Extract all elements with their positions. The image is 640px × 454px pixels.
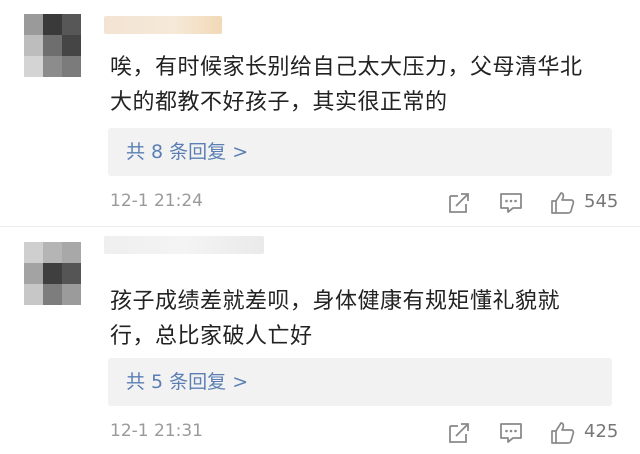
comment-time: 12-1 21:24 — [110, 191, 203, 211]
comment-icon[interactable] — [498, 190, 524, 216]
avatar[interactable] — [24, 14, 81, 77]
comment-icon[interactable] — [498, 420, 524, 446]
avatar[interactable] — [24, 242, 81, 305]
like-icon[interactable] — [550, 420, 576, 446]
view-replies-button[interactable]: 共 8 条回复 > — [108, 128, 612, 176]
comment-text-line: 行，总比家破人亡好 — [110, 324, 313, 349]
comment-text: 孩子成绩差就差呗，身体健康有规矩懂礼貌就 行，总比家破人亡好 — [110, 284, 622, 354]
view-replies-button[interactable]: 共 5 条回复 > — [108, 358, 612, 406]
comment-meta: 12-1 21:31 425 — [110, 420, 620, 446]
share-icon[interactable] — [446, 190, 472, 216]
comment-text-line: 唉，有时候家长别给自己太大压力，父母清华北 — [110, 55, 583, 80]
like-count: 545 — [584, 191, 619, 212]
username-blurred[interactable] — [104, 16, 222, 34]
comment-text: 唉，有时候家长别给自己太大压力，父母清华北 大的都教不好孩子，其实很正常的 — [110, 50, 622, 120]
comment-item: 孩子成绩差就差呗，身体健康有规矩懂礼貌就 行，总比家破人亡好 共 5 条回复 >… — [0, 228, 640, 454]
share-icon[interactable] — [446, 420, 472, 446]
comment-meta: 12-1 21:24 545 — [110, 190, 620, 216]
comment-text-line: 大的都教不好孩子，其实很正常的 — [110, 90, 448, 115]
like-icon[interactable] — [550, 190, 576, 216]
comment-text-line: 孩子成绩差就差呗，身体健康有规矩懂礼貌就 — [110, 289, 561, 314]
like-count: 425 — [584, 421, 619, 442]
divider — [0, 226, 640, 227]
comment-time: 12-1 21:31 — [110, 421, 203, 441]
username-blurred[interactable] — [104, 236, 264, 254]
comment-item: 唉，有时候家长别给自己太大压力，父母清华北 大的都教不好孩子，其实很正常的 共 … — [0, 0, 640, 228]
